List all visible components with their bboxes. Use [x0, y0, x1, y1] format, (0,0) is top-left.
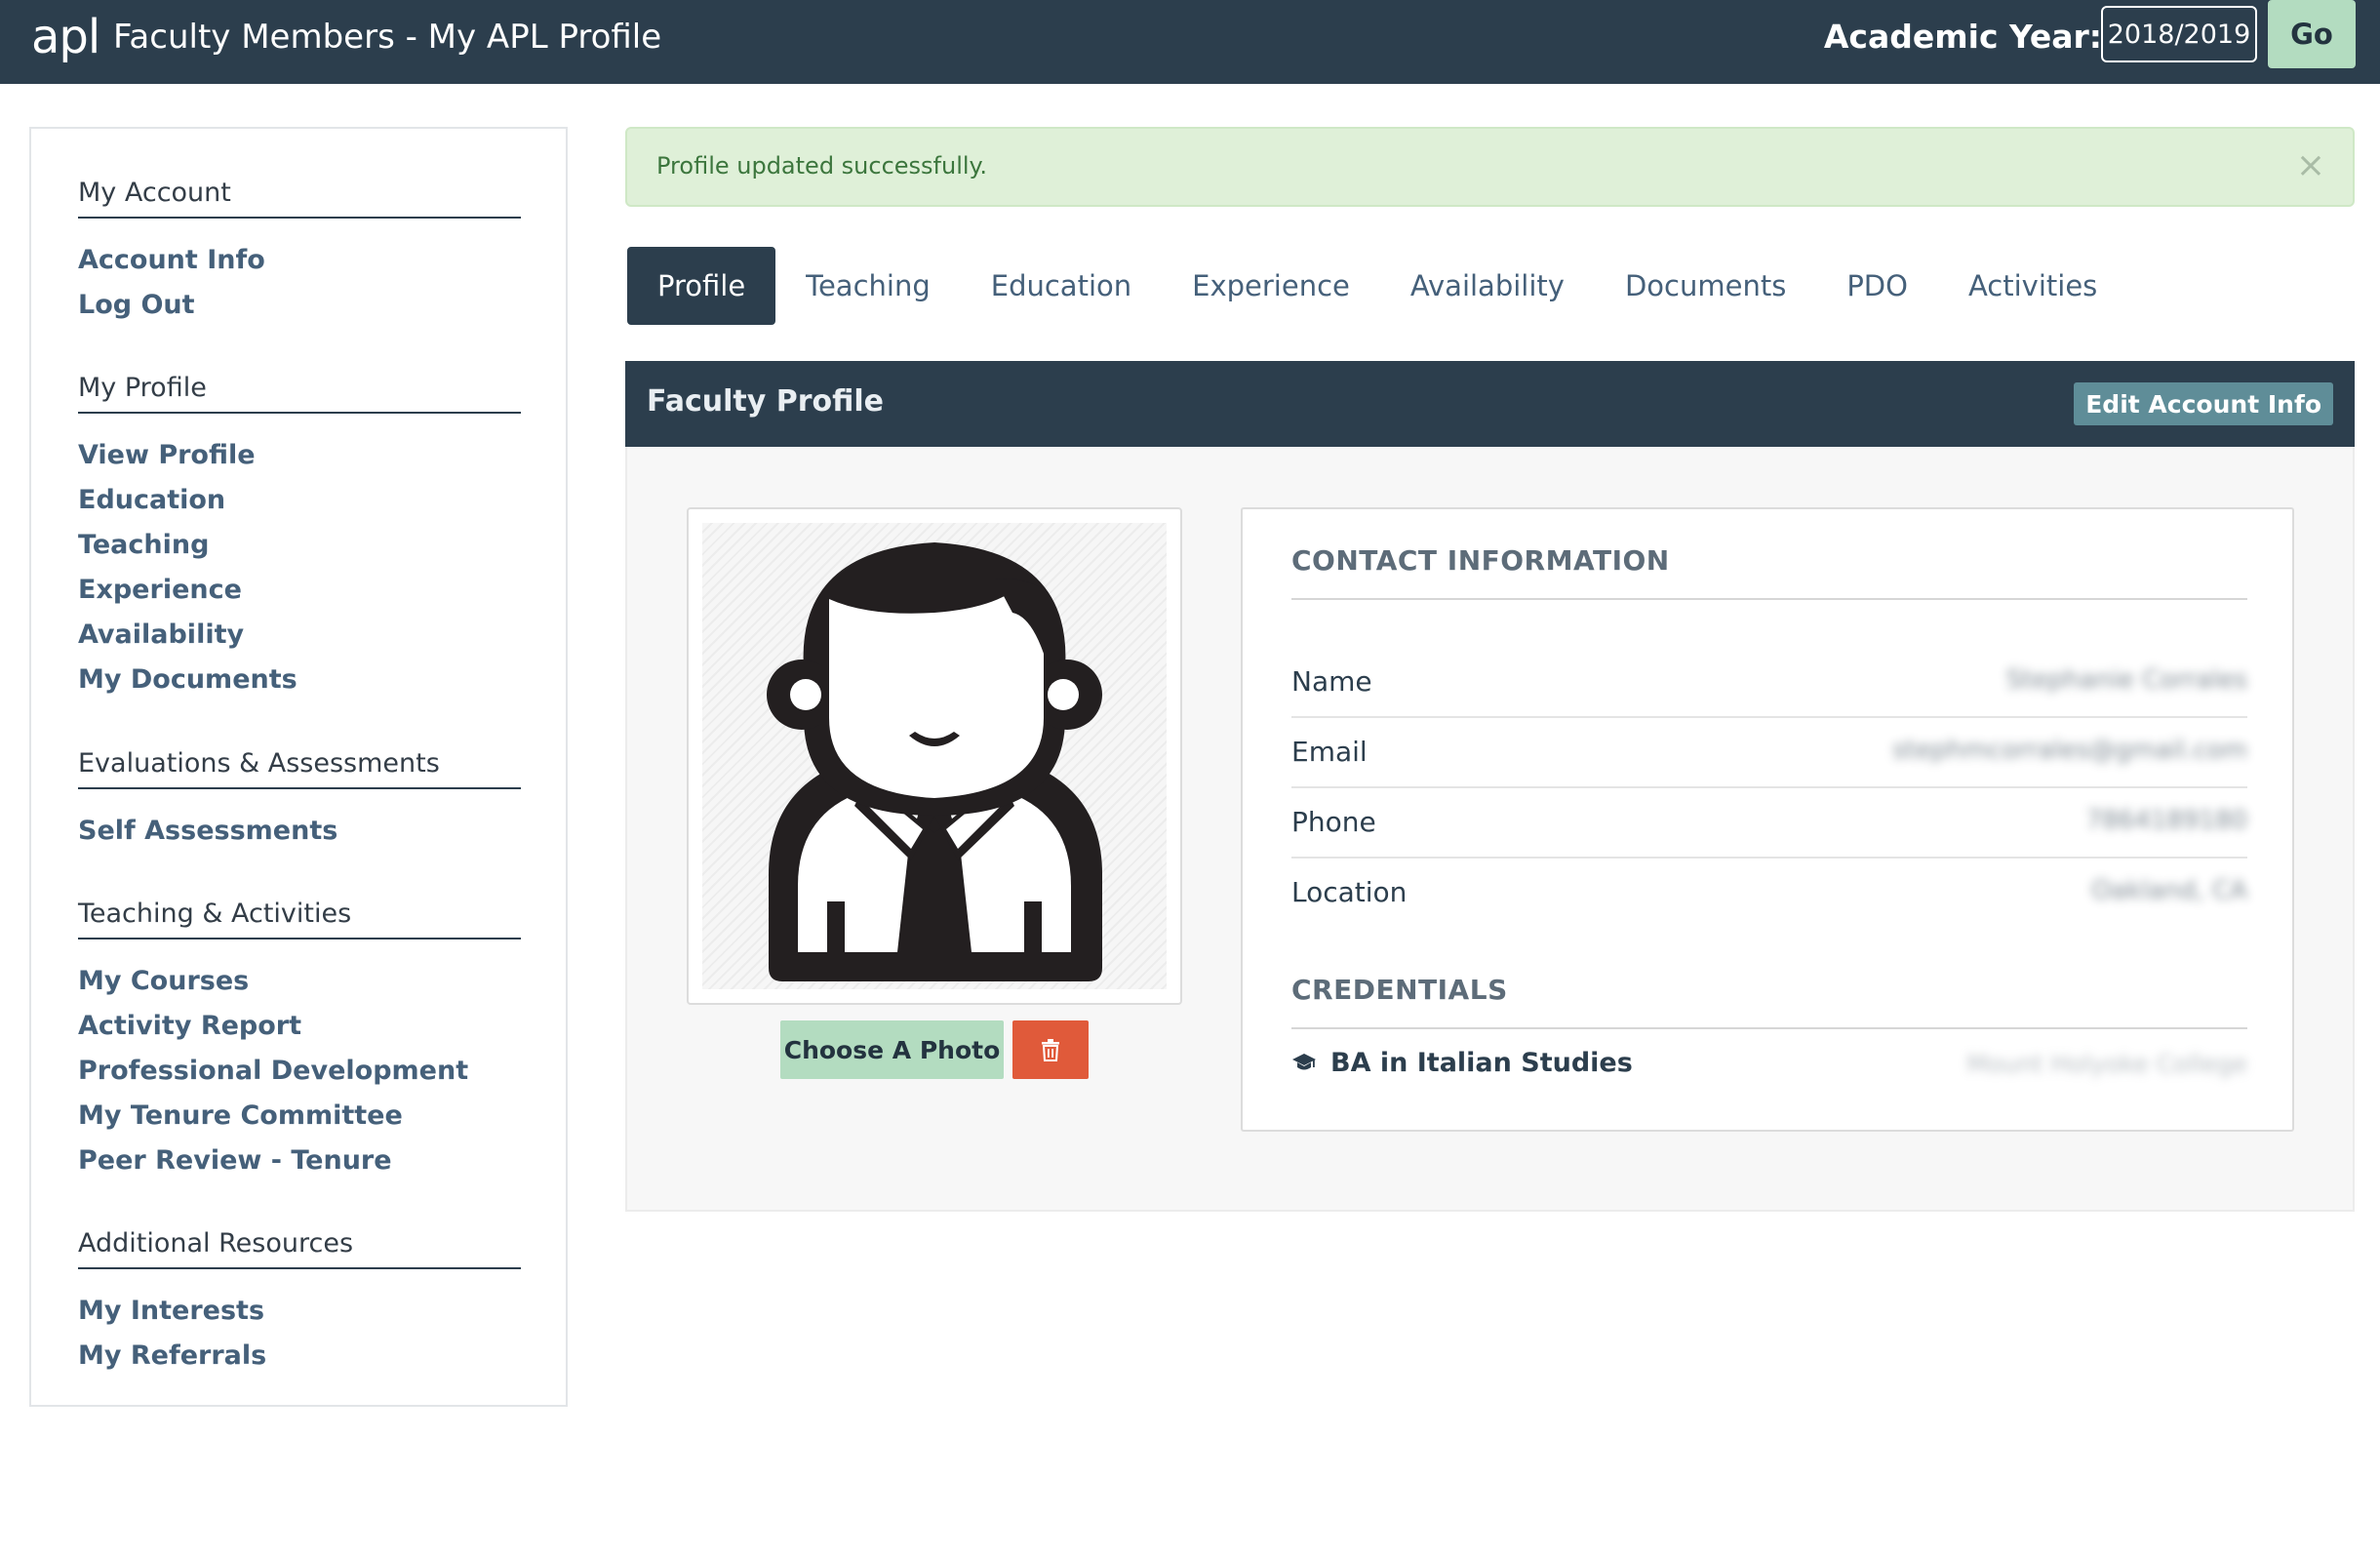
sidebar-link-log-out[interactable]: Log Out: [78, 283, 521, 328]
info-label: Email: [1291, 736, 1368, 768]
sidebar-heading: My Account: [78, 176, 521, 219]
academic-year-label: Academic Year:: [1823, 18, 2102, 56]
sidebar-link-peer-review-tenure[interactable]: Peer Review - Tenure: [78, 1139, 521, 1183]
sidebar-link-view-profile[interactable]: View Profile: [78, 433, 521, 478]
sidebar-link-account-info[interactable]: Account Info: [78, 238, 521, 283]
sidebar: My Account Account Info Log Out My Profi…: [29, 127, 568, 1407]
delete-photo-button[interactable]: [1012, 1020, 1089, 1079]
info-value: 7864189180: [2085, 806, 2247, 835]
person-avatar-icon: [767, 542, 1102, 981]
edit-account-info-button[interactable]: Edit Account Info: [2074, 382, 2333, 425]
sidebar-link-my-interests[interactable]: My Interests: [78, 1289, 521, 1334]
info-row-email: Email stephmcorrales@gmail.com: [1291, 718, 2247, 788]
sidebar-section-my-profile: My Profile View Profile Education Teachi…: [78, 371, 521, 702]
tab-teaching[interactable]: Teaching: [775, 247, 961, 325]
tab-experience[interactable]: Experience: [1162, 247, 1380, 325]
tab-pdo[interactable]: PDO: [1816, 247, 1938, 325]
sidebar-heading: Evaluations & Assessments: [78, 746, 521, 789]
alert-message: Profile updated successfully.: [656, 152, 987, 180]
sidebar-link-education[interactable]: Education: [78, 478, 521, 523]
info-row-name: Name Stephanie Corrales: [1291, 648, 2247, 718]
credentials-heading: CREDENTIALS: [1291, 974, 2247, 1029]
faculty-profile-header: Faculty Profile Edit Account Info: [625, 361, 2355, 447]
credential-degree: BA in Italian Studies: [1330, 1048, 1633, 1078]
sidebar-link-activity-report[interactable]: Activity Report: [78, 1004, 521, 1049]
sidebar-heading: Additional Resources: [78, 1226, 521, 1269]
sidebar-link-teaching[interactable]: Teaching: [78, 523, 521, 568]
info-label: Name: [1291, 665, 1372, 698]
sidebar-section-additional-resources: Additional Resources My Interests My Ref…: [78, 1226, 521, 1379]
info-value: stephmcorrales@gmail.com: [1892, 736, 2247, 765]
go-button[interactable]: Go: [2268, 0, 2356, 68]
tab-education[interactable]: Education: [961, 247, 1162, 325]
profile-photo: [702, 523, 1167, 989]
tab-profile[interactable]: Profile: [627, 247, 776, 325]
apl-logo[interactable]: apl: [31, 8, 100, 66]
panel-title: Faculty Profile: [647, 384, 885, 419]
profile-tabs: Profile Teaching Education Experience Av…: [627, 247, 2127, 325]
info-label: Phone: [1291, 806, 1376, 838]
choose-photo-button[interactable]: Choose A Photo: [780, 1020, 1004, 1079]
info-value: Stephanie Corrales: [2005, 665, 2247, 695]
info-label: Location: [1291, 876, 1408, 908]
sidebar-link-availability[interactable]: Availability: [78, 613, 521, 658]
contact-heading: CONTACT INFORMATION: [1291, 544, 2247, 600]
sidebar-link-my-tenure-committee[interactable]: My Tenure Committee: [78, 1094, 521, 1139]
sidebar-section-teaching-activities: Teaching & Activities My Courses Activit…: [78, 897, 521, 1183]
tab-availability[interactable]: Availability: [1380, 247, 1595, 325]
sidebar-link-self-assessments[interactable]: Self Assessments: [78, 809, 521, 854]
sidebar-link-experience[interactable]: Experience: [78, 568, 521, 613]
sidebar-link-professional-development[interactable]: Professional Development: [78, 1049, 521, 1094]
graduation-cap-icon: [1292, 1054, 1316, 1070]
sidebar-link-my-courses[interactable]: My Courses: [78, 959, 521, 1004]
profile-photo-frame: [687, 507, 1182, 1005]
tab-documents[interactable]: Documents: [1595, 247, 1816, 325]
app-title: Faculty Members - My APL Profile: [113, 18, 662, 57]
contact-information-card: CONTACT INFORMATION Name Stephanie Corra…: [1241, 507, 2294, 1132]
close-icon[interactable]: ×: [2296, 148, 2325, 183]
trash-icon: [1042, 1039, 1059, 1061]
sidebar-heading: My Profile: [78, 371, 521, 414]
sidebar-section-evaluations: Evaluations & Assessments Self Assessmen…: [78, 746, 521, 854]
sidebar-heading: Teaching & Activities: [78, 897, 521, 939]
success-alert: Profile updated successfully. ×: [625, 127, 2355, 207]
info-value: Oakland, CA: [2090, 876, 2247, 905]
tab-activities[interactable]: Activities: [1938, 247, 2127, 325]
info-row-location: Location Oakland, CA: [1291, 859, 2247, 929]
sidebar-section-my-account: My Account Account Info Log Out: [78, 176, 521, 328]
academic-year-input[interactable]: [2101, 6, 2257, 62]
sidebar-link-my-referrals[interactable]: My Referrals: [78, 1334, 521, 1379]
top-navbar: apl Faculty Members - My APL Profile Aca…: [0, 0, 2380, 84]
sidebar-link-my-documents[interactable]: My Documents: [78, 658, 521, 702]
info-row-phone: Phone 7864189180: [1291, 788, 2247, 859]
credential-item: BA in Italian Studies Mount Holyoke Coll…: [1291, 1042, 2247, 1091]
credential-school: Mount Holyoke College: [1966, 1050, 2247, 1078]
